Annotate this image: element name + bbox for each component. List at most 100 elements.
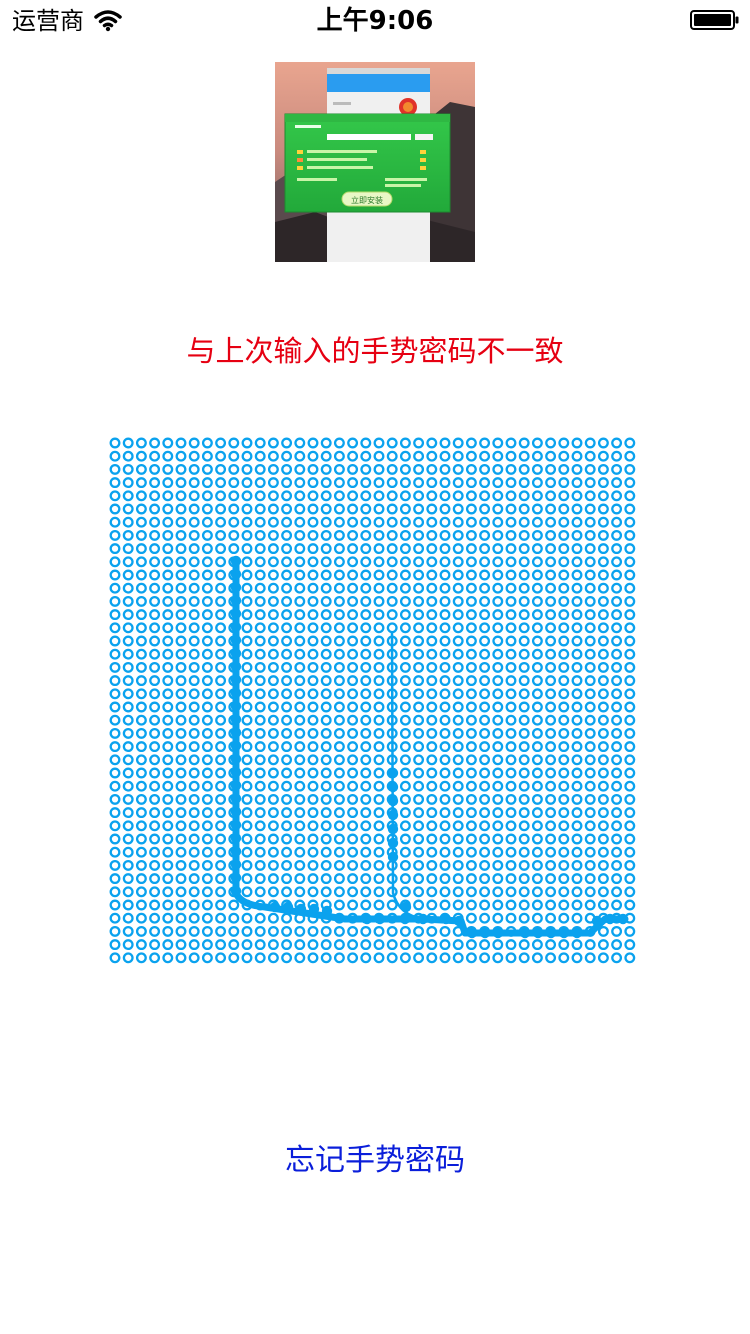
gesture-dot — [426, 727, 438, 739]
gesture-dot — [333, 925, 345, 937]
gesture-dot — [492, 820, 504, 832]
gesture-dot — [584, 582, 596, 594]
gesture-dot — [320, 609, 332, 621]
gesture-dot — [518, 543, 530, 555]
gesture-dot — [465, 609, 477, 621]
gesture-dot — [307, 939, 319, 951]
gesture-dot — [373, 450, 385, 462]
gesture-dot — [201, 714, 213, 726]
gesture-dot — [267, 556, 279, 568]
gesture-dot — [518, 727, 530, 739]
gesture-dot — [413, 437, 425, 449]
gesture-dot — [201, 807, 213, 819]
gesture-dot — [584, 807, 596, 819]
gesture-dot — [545, 846, 557, 858]
gesture-dot — [135, 516, 147, 528]
gesture-dot — [281, 503, 293, 515]
gesture-dot — [267, 939, 279, 951]
gesture-dot — [162, 675, 174, 687]
gesture-dot — [201, 661, 213, 673]
gesture-dot — [399, 529, 411, 541]
gesture-dot — [597, 675, 609, 687]
gesture-dot — [294, 648, 306, 660]
gesture-dot — [584, 833, 596, 845]
gesture-dot — [267, 582, 279, 594]
gesture-dot — [149, 529, 161, 541]
gesture-dot — [215, 925, 227, 937]
gesture-dot — [267, 609, 279, 621]
gesture-dot — [518, 437, 530, 449]
gesture-dot — [518, 688, 530, 700]
gesture-dot — [267, 437, 279, 449]
gesture-dot — [439, 846, 451, 858]
gesture-dot — [373, 437, 385, 449]
gesture-dot — [254, 793, 266, 805]
gesture-dot — [360, 688, 372, 700]
gesture-dot — [333, 939, 345, 951]
gesture-dot — [228, 477, 240, 489]
gesture-dot — [254, 675, 266, 687]
gesture-dot — [320, 780, 332, 792]
gesture-dot — [122, 437, 134, 449]
gesture-dot — [545, 595, 557, 607]
gesture-dot — [135, 437, 147, 449]
gesture-dot — [479, 556, 491, 568]
gesture-dot — [505, 688, 517, 700]
gesture-dot — [492, 714, 504, 726]
gesture-dot-selected — [230, 819, 242, 831]
gesture-pattern-pad[interactable] — [105, 433, 645, 973]
gesture-dot — [558, 833, 570, 845]
gesture-dot — [347, 701, 359, 713]
gesture-dot — [531, 556, 543, 568]
gesture-dot — [413, 727, 425, 739]
gesture-dot — [122, 886, 134, 898]
gesture-dot — [584, 503, 596, 515]
gesture-dot — [611, 675, 623, 687]
gesture-dot — [479, 886, 491, 898]
gesture-dot — [360, 582, 372, 594]
gesture-dot — [505, 661, 517, 673]
gesture-dot — [188, 635, 200, 647]
gesture-dot — [135, 793, 147, 805]
gesture-dot-selected — [230, 608, 242, 619]
gesture-dot — [122, 463, 134, 475]
gesture-dot — [571, 727, 583, 739]
gesture-dot — [439, 820, 451, 832]
forgot-gesture-password-link[interactable]: 忘记手势密码 — [0, 1141, 750, 1181]
gesture-dot — [611, 767, 623, 779]
gesture-dot — [267, 661, 279, 673]
gesture-dot — [162, 490, 174, 502]
gesture-dot — [584, 622, 596, 634]
gesture-dot — [545, 754, 557, 766]
gesture-dot — [386, 925, 398, 937]
gesture-dot — [597, 714, 609, 726]
gesture-dot — [162, 437, 174, 449]
gesture-dot — [558, 556, 570, 568]
gesture-dot — [426, 582, 438, 594]
gesture-dot — [399, 543, 411, 555]
gesture-dot — [109, 463, 121, 475]
gesture-dot — [360, 595, 372, 607]
gesture-dot — [307, 859, 319, 871]
gesture-dot — [122, 569, 134, 581]
gesture-dot — [584, 873, 596, 885]
gesture-dot — [505, 899, 517, 911]
gesture-dot — [347, 754, 359, 766]
gesture-dot — [571, 609, 583, 621]
gesture-dot — [360, 556, 372, 568]
gesture-dot — [149, 873, 161, 885]
gesture-dot — [531, 939, 543, 951]
gesture-dot — [492, 477, 504, 489]
gesture-dot — [611, 859, 623, 871]
gesture-dot — [465, 463, 477, 475]
gesture-dot — [399, 516, 411, 528]
gesture-dot — [545, 556, 557, 568]
gesture-dot — [122, 661, 134, 673]
gesture-dot — [373, 767, 385, 779]
gesture-dot — [571, 437, 583, 449]
gesture-dot — [413, 543, 425, 555]
gesture-dot — [109, 661, 121, 673]
gesture-dot — [333, 873, 345, 885]
gesture-dot — [201, 582, 213, 594]
gesture-dot — [584, 859, 596, 871]
